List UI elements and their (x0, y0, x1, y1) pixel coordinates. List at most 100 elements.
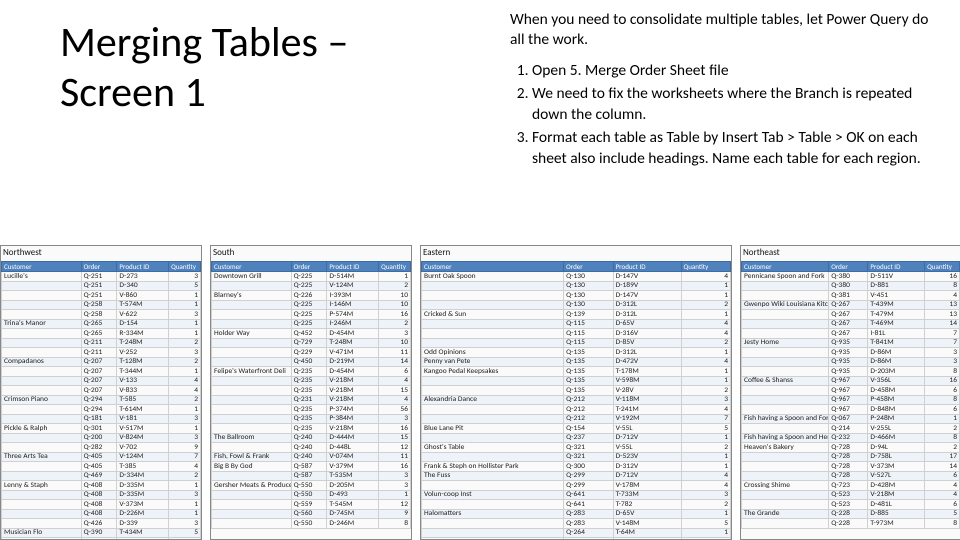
table-cell: Q-228 (829, 519, 868, 529)
table-cell: Penny van Pete (422, 357, 564, 367)
table-cell (212, 490, 292, 500)
table-cell: T-248M (117, 338, 169, 348)
region-table: CustomerOrderProduct IDQuantityPennicane… (741, 261, 960, 529)
table-cell: 4 (379, 395, 411, 405)
table-cell: 4 (681, 329, 730, 339)
table-cell: V-373M (868, 462, 925, 472)
table-cell (2, 509, 82, 519)
table-cell: 1 (681, 462, 730, 472)
table-cell (2, 471, 82, 481)
table-cell (742, 310, 829, 320)
table-cell: I-393M (327, 291, 379, 301)
table-cell: 1 (169, 291, 201, 301)
table-row: Q-265R-334M1 (2, 329, 201, 339)
table-cell: Q-294 (81, 395, 117, 405)
table-cell: Downtown Grill (212, 272, 292, 282)
table-row: Pennicane Spoon and ForkQ-380D-511V16 (742, 272, 960, 282)
table-cell: P-384M (327, 414, 379, 424)
table-cell: 56 (379, 405, 411, 415)
table-row: Gwenpo Wiki Louisiana KitchenQ-267T-439M… (742, 300, 960, 310)
table-cell (422, 281, 564, 291)
table-cell: Gwenpo Wiki Louisiana Kitchen (742, 300, 829, 310)
table-cell: Blarney's (212, 291, 292, 301)
table-row: Q-225I-146M10 (212, 300, 411, 310)
table-cell: 5 (681, 519, 730, 529)
table-cell: V-28V (613, 386, 681, 396)
table-cell (422, 386, 564, 396)
table-cell (422, 376, 564, 386)
table-cell: 2 (681, 338, 730, 348)
table-cell (2, 300, 82, 310)
table-cell: Q-130 (564, 300, 613, 310)
table-cell: Q-240 (291, 452, 327, 462)
table-cell: D-881 (868, 281, 925, 291)
table-row: Q-550D-4931 (212, 490, 411, 500)
table-cell: 1 (169, 329, 201, 339)
table-cell: I-146M (327, 300, 379, 310)
table-cell (742, 471, 829, 481)
table-cell: D-340 (117, 281, 169, 291)
table-row: The FussQ-299D-712V4 (422, 471, 731, 481)
table-cell: Q-452 (291, 329, 327, 339)
table-cell: Q-935 (829, 348, 868, 358)
table-cell: 11 (379, 452, 411, 462)
table-cell (742, 395, 829, 405)
table-cell: Q-130 (564, 281, 613, 291)
table-cell: 12 (379, 443, 411, 453)
table-cell (2, 414, 82, 424)
table-cell (2, 281, 82, 291)
table-cell: Trina's Manor (2, 319, 82, 329)
table-row: Q-450D-219M14 (212, 357, 411, 367)
table-cell: P-574M (327, 310, 379, 320)
table-cell: 4 (169, 462, 201, 472)
table-cell: Q-130 (564, 291, 613, 301)
table-cell: D-312V (613, 462, 681, 472)
table-cell: Q-294 (81, 405, 117, 415)
table-row: Q-967D-458M6 (742, 386, 960, 396)
table-cell: I-246M (327, 319, 379, 329)
table-cell (422, 414, 564, 424)
table-cell: D-466M (868, 433, 925, 443)
table-cell: 1 (169, 367, 201, 377)
table-cell: The Fuss (422, 471, 564, 481)
table-cell: 4 (681, 405, 730, 415)
table-cell: 6 (925, 500, 960, 510)
table-cell: 3 (169, 272, 201, 282)
table-cell: 6 (379, 367, 411, 377)
table-cell: Q-235 (291, 424, 327, 434)
table-row: Q-935D-86M3 (742, 348, 960, 358)
table-row: Holder WayQ-452D-454M3 (212, 329, 411, 339)
table-cell: 1 (681, 452, 730, 462)
table-row: HalomattersQ-283D-65V1 (422, 509, 731, 519)
table-cell: D-226M (117, 509, 169, 519)
table-cell: D-514M (327, 272, 379, 282)
column-header: Customer (2, 262, 82, 272)
table-row: Blarney'sQ-226I-393M10 (212, 291, 411, 301)
table-cell: V-622 (117, 310, 169, 320)
table-cell: Q-408 (81, 481, 117, 491)
table-cell (742, 424, 829, 434)
table-cell: 1 (681, 433, 730, 443)
table-cell: 3 (379, 329, 411, 339)
table-row: Q-115D-65V4 (422, 319, 731, 329)
intro-paragraph: When you need to consolidate multiple ta… (510, 10, 940, 51)
table-cell: D-458M (868, 386, 925, 396)
table-row: Q-967P-458M8 (742, 395, 960, 405)
table-cell: T-241M (613, 405, 681, 415)
table-row: Heaven's BakeryQ-728D-94L2 (742, 443, 960, 453)
table-cell: Q-283 (564, 519, 613, 529)
table-cell: D-65V (613, 509, 681, 519)
table-cell (742, 319, 829, 329)
table-cell: 5 (169, 528, 201, 538)
table-cell (2, 367, 82, 377)
table-row: Q-469D-334M2 (2, 471, 201, 481)
table-cell: D-219M (327, 357, 379, 367)
table-cell (2, 433, 82, 443)
table-cell: Q-258 (81, 310, 117, 320)
table-row: Q-235V-218M15 (212, 386, 411, 396)
table-cell: 5 (169, 281, 201, 291)
table-cell: Odd Opinions (422, 348, 564, 358)
table-cell: Q-267 (829, 310, 868, 320)
table-row: The GrandeQ-228D-8855 (742, 509, 960, 519)
table-row: Q-235P-374M56 (212, 405, 411, 415)
